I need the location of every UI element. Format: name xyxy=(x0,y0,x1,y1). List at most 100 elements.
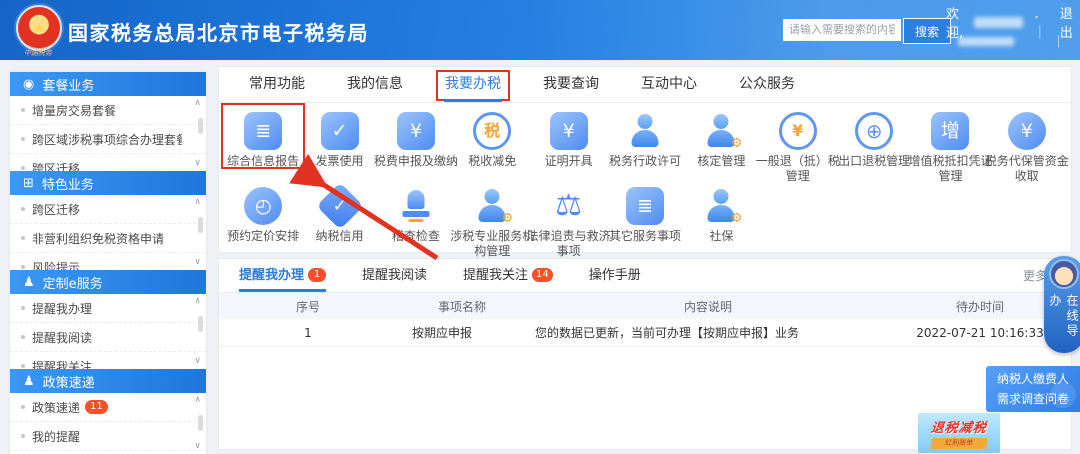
sidebar: ◉ 套餐业务 增量房交易套餐 跨区域涉税事项综合办理套餐 跨区迁移 ∧ ∨ ⊞ 特色业务 跨区迁移… xyxy=(10,72,206,454)
sidebar-section-header[interactable]: ⊞ 特色业务 xyxy=(10,171,206,195)
service-label: 出口退税管理 xyxy=(838,154,911,168)
service-label: 证明开具 xyxy=(544,154,593,168)
chevron-down-icon[interactable]: ∨ xyxy=(194,442,201,451)
service-label: 增值税抵扣凭证管理 xyxy=(908,154,993,183)
person-gear-icon: ⚙ xyxy=(473,187,513,225)
cell-desc: 您的数据已更新，当前可办理【按期应申报】业务 xyxy=(535,326,800,340)
service-item[interactable]: ¥ 税费申报及缴纳 xyxy=(374,105,458,178)
service-item[interactable]: ⚙ 社保 xyxy=(683,180,759,253)
scrollbar-thumb[interactable] xyxy=(198,316,203,332)
chevron-up-icon[interactable]: ∧ xyxy=(194,99,201,108)
service-item[interactable]: 增增值税抵扣凭证管理 xyxy=(908,105,992,183)
nav-tabs: 常用功能 我的信息 我要办税 我要查询 互动中心 公众服务 xyxy=(219,67,1071,103)
sidebar-item[interactable]: 提醒我办理 xyxy=(10,294,206,323)
service-item[interactable]: ¥ 证明开具 xyxy=(530,105,606,178)
service-label: 税务代保管资金收取 xyxy=(984,154,1069,183)
services-grid-row1: ≣ 综合信息报告 ✓ 发票使用 ¥ 税费申报及缴纳税税收减免 ¥ 证明开具 税务行政许可 ⚙ 核定管… xyxy=(219,103,1071,183)
nav-tab[interactable]: 我要查询 xyxy=(543,67,599,102)
bullet-icon xyxy=(21,405,25,409)
nav-tab[interactable]: 我的信息 xyxy=(347,67,403,102)
reminder-tab[interactable]: 提醒我关注 14 xyxy=(463,259,553,292)
sidebar-section-title: 特色业务 xyxy=(41,177,94,193)
chevron-up-icon[interactable]: ∧ xyxy=(194,198,201,207)
survey-line1: 纳税人缴费人 xyxy=(996,372,1069,386)
chevron-down-icon[interactable]: ∨ xyxy=(194,159,201,168)
service-item[interactable]: ⚖ 法律追责与救济事项 xyxy=(527,180,611,259)
service-item[interactable]: ⚙ 核定管理 xyxy=(683,105,759,178)
nav-tab[interactable]: 我要办税 xyxy=(436,67,510,102)
bullet-icon xyxy=(21,434,25,438)
reminder-tab[interactable]: 操作手册 xyxy=(589,259,641,292)
service-label: 纳税信用 xyxy=(315,229,364,243)
online-guide-widget[interactable]: 在线导办 xyxy=(1044,256,1080,353)
divider: ｜ xyxy=(1052,34,1066,50)
services-grid-row2: ◴ 预约定价安排 ✓ 纳税信用 稽查检查 ⚙ 涉税专业服务机构管理 ⚖ 法律追责与救济事项 ≣ 其它… xyxy=(219,178,1071,259)
service-item[interactable]: 税务行政许可 xyxy=(607,105,683,178)
certificate-yen-icon: ¥ xyxy=(549,112,588,150)
nav-tab[interactable]: 公众服务 xyxy=(739,67,795,102)
reminder-tab[interactable]: 提醒我办理 1 xyxy=(239,259,327,292)
welcome-prefix: 欢迎, xyxy=(946,7,964,41)
sidebar-section-items: 增量房交易套餐 跨区域涉税事项综合办理套餐 跨区迁移 ∧ ∨ xyxy=(10,96,206,171)
service-item[interactable]: ≣ 综合信息报告 xyxy=(221,103,306,178)
tax-refund-promo-banner[interactable]: 退税减税 红利账单 xyxy=(918,413,1000,453)
service-item[interactable]: ✓ 发票使用 xyxy=(301,105,377,178)
sidebar-item-label: 政策速递 xyxy=(32,400,81,415)
search-button[interactable]: 搜索 xyxy=(903,18,951,44)
sidebar-section-items: 跨区迁移非营利组织免税资格申请风险提示 ∧ ∨ xyxy=(10,195,206,270)
header: ★ 中国税务 国家税务总局北京市电子税务局 搜索 欢迎, ．｜ 退出 ｜ xyxy=(0,0,1080,60)
sidebar-item[interactable]: 跨区域涉税事项综合办理套餐 xyxy=(10,125,206,154)
tax-relief-ring-icon: 税 xyxy=(473,112,512,150)
vat-voucher-icon: 增 xyxy=(931,112,970,150)
scrollbar-thumb[interactable] xyxy=(198,415,203,431)
service-item[interactable]: ⚙ 涉税专业服务机构管理 xyxy=(450,180,534,258)
online-guide-label: 在线导办 xyxy=(1048,294,1079,339)
sidebar-section-title: 政策速递 xyxy=(42,375,95,391)
sidebar-item[interactable]: 风险提示 xyxy=(10,253,206,270)
scrollbar-thumb[interactable] xyxy=(198,217,203,233)
service-item[interactable]: ⊕ 出口退税管理 xyxy=(836,105,912,178)
sidebar-item-label: 我的提醒 xyxy=(32,429,81,444)
chevron-up-icon[interactable]: ∧ xyxy=(194,297,201,306)
service-item[interactable]: ✓ 纳税信用 xyxy=(301,180,377,253)
grid-icon: ⊞ xyxy=(23,175,34,191)
cell-no: 1 xyxy=(304,325,312,340)
service-item[interactable]: ◴ 预约定价安排 xyxy=(225,180,301,253)
package-icon: ◉ xyxy=(23,76,35,92)
reminder-tab[interactable]: 提醒我阅读 xyxy=(362,259,427,292)
sidebar-section-header[interactable]: ♟ 定制e服务 xyxy=(10,270,206,294)
survey-banner[interactable]: 纳税人缴费人 需求调查问卷 xyxy=(986,366,1080,412)
nav-tab[interactable]: 常用功能 xyxy=(249,67,305,102)
service-label: 税务行政许可 xyxy=(608,154,681,168)
nav-tab[interactable]: 互动中心 xyxy=(641,67,697,102)
service-item[interactable]: 稽查检查 xyxy=(378,180,454,253)
sidebar-section-items: 政策速递11我的提醒我的待办∧∨ xyxy=(10,393,206,454)
sidebar-item[interactable]: 跨区迁移 xyxy=(10,154,206,171)
assistant-avatar xyxy=(1049,259,1079,289)
sidebar-item[interactable]: 提醒我阅读 xyxy=(10,323,206,352)
sidebar-item-label: 非营利组织免税资格申请 xyxy=(32,231,165,246)
service-label: 税费申报及缴纳 xyxy=(373,154,458,168)
user-icon: ♟ xyxy=(23,274,35,290)
sidebar-item[interactable]: 增量房交易套餐 xyxy=(10,96,206,125)
service-item[interactable]: ¥ 一般退（抵）税管理 xyxy=(756,105,840,183)
sidebar-item[interactable]: 我的提醒 xyxy=(10,422,206,451)
service-item[interactable]: ≣ 其它服务事项 xyxy=(607,180,683,253)
chevron-down-icon[interactable]: ∨ xyxy=(194,357,201,366)
chevron-up-icon[interactable]: ∧ xyxy=(194,396,201,405)
chevron-down-icon[interactable]: ∨ xyxy=(194,258,201,267)
bullet-icon xyxy=(21,306,25,310)
search-input[interactable] xyxy=(783,19,901,41)
user-icon: ♟ xyxy=(23,373,35,389)
service-item[interactable]: ¥ 税务代保管资金收取 xyxy=(985,105,1069,183)
sidebar-item[interactable]: 提醒我关注 xyxy=(10,352,206,369)
header-search: 搜索 xyxy=(783,18,951,44)
sidebar-section-header[interactable]: ♟ 政策速递 xyxy=(10,369,206,393)
scrollbar-thumb[interactable] xyxy=(198,118,203,134)
sidebar-item[interactable]: 非营利组织免税资格申请 xyxy=(10,224,206,253)
service-item[interactable]: 税税收减免 xyxy=(454,105,530,178)
table-row[interactable]: 1 按期应申报 您的数据已更新，当前可办理【按期应申报】业务 2022-07-21 1… xyxy=(219,319,1071,347)
sidebar-item[interactable]: 政策速递 11 xyxy=(10,393,206,422)
sidebar-section-header[interactable]: ◉ 套餐业务 xyxy=(10,72,206,96)
sidebar-item[interactable]: 跨区迁移 xyxy=(10,195,206,224)
